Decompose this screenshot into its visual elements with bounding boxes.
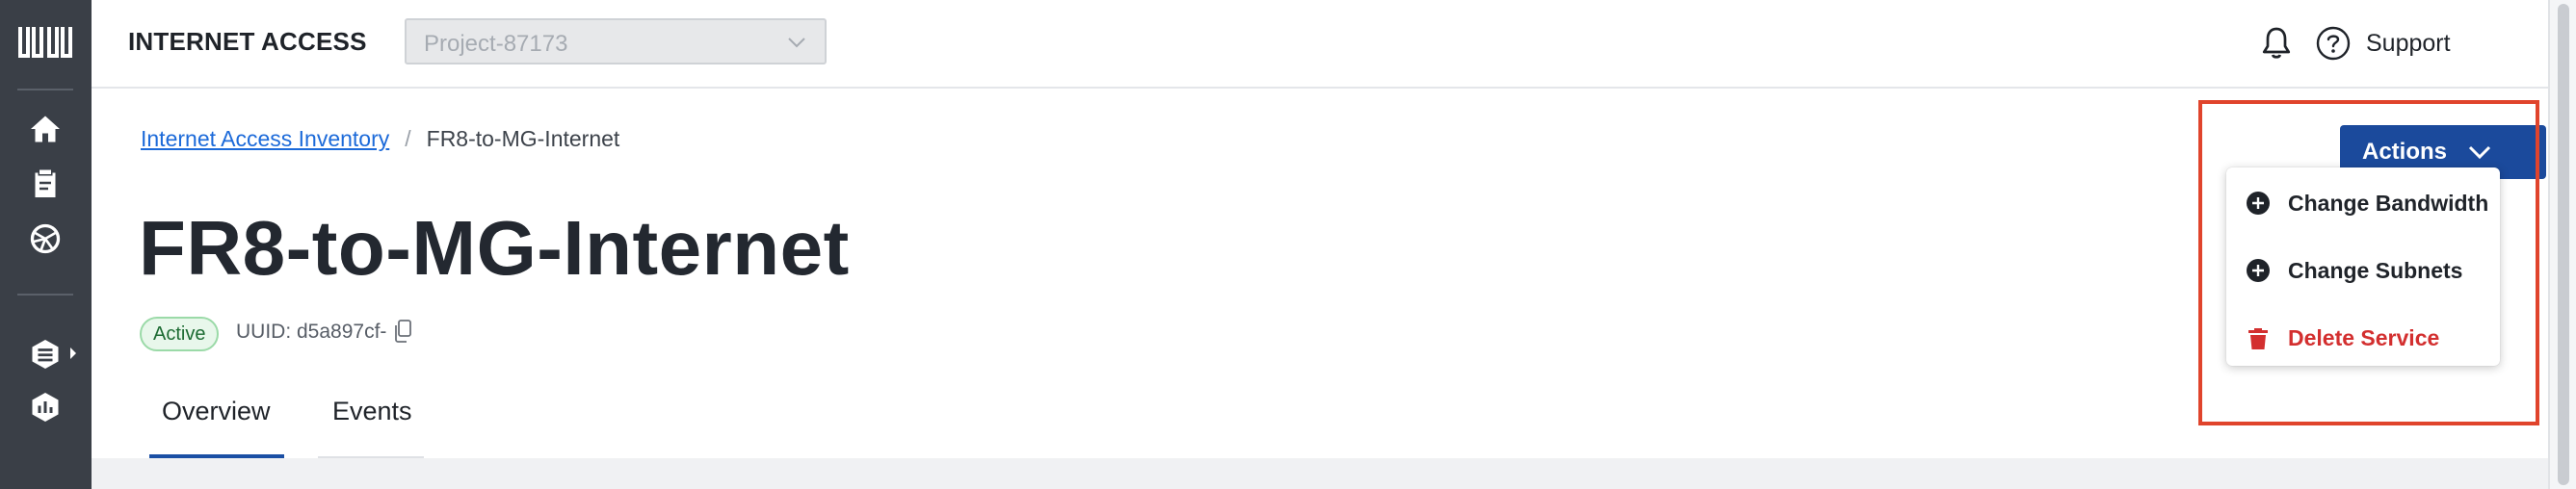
page-title: FR8-to-MG-Internet (139, 205, 850, 291)
chevron-down-icon (2468, 145, 2491, 160)
help-question-icon (2316, 26, 2351, 61)
plus-circle-icon (2247, 259, 2270, 282)
top-bar: INTERNET ACCESS Project-87173 Support (92, 0, 2548, 89)
menu-item-change-bandwidth[interactable]: Change Bandwidth (2246, 183, 2496, 221)
breadcrumb-current: FR8-to-MG-Internet (426, 126, 620, 151)
actions-menu: Change Bandwidth Change Subnets Delete S… (2226, 167, 2500, 366)
trash-icon (2248, 328, 2268, 349)
project-select[interactable]: Project-87173 (405, 18, 827, 64)
project-select-value: Project-87173 (424, 31, 568, 57)
app-title: INTERNET ACCESS (128, 27, 367, 56)
rail-divider (17, 294, 73, 296)
menu-item-change-subnets[interactable]: Change Subnets (2246, 250, 2496, 289)
stack-icon[interactable] (28, 337, 63, 372)
breadcrumb-separator: / (405, 126, 411, 151)
uuid-text: UUID: d5a897cf- (236, 321, 387, 343)
home-icon[interactable] (28, 112, 63, 146)
menu-item-label: Change Subnets (2288, 258, 2463, 283)
menu-item-label: Change Bandwidth (2288, 191, 2489, 216)
chevron-down-icon (788, 38, 805, 48)
tab-events[interactable]: Events (321, 397, 424, 426)
scrollbar-thumb[interactable] (2558, 4, 2569, 485)
menu-item-label: Delete Service (2288, 325, 2440, 350)
status-badge: Active (140, 317, 220, 351)
clipboard-icon[interactable] (28, 166, 63, 200)
vertical-scrollbar[interactable] (2548, 0, 2576, 489)
actions-label: Actions (2362, 139, 2448, 165)
left-nav-rail (0, 0, 92, 489)
menu-item-delete-service[interactable]: Delete Service (2246, 318, 2496, 356)
notifications-bell-icon[interactable] (2259, 24, 2294, 63)
content-background-band (92, 458, 2548, 489)
rail-divider (17, 89, 73, 90)
breadcrumb: Internet Access Inventory / FR8-to-MG-Inte… (141, 126, 619, 152)
globe-network-icon[interactable] (28, 221, 63, 256)
support-label: Support (2366, 30, 2451, 57)
plus-circle-icon (2247, 192, 2270, 215)
chart-icon[interactable] (28, 390, 63, 425)
expand-caret-icon[interactable] (68, 347, 78, 360)
breadcrumb-link-inventory[interactable]: Internet Access Inventory (141, 126, 389, 151)
tab-overview[interactable]: Overview (150, 397, 282, 426)
equinix-logo-icon[interactable] (16, 21, 74, 64)
copy-icon[interactable] (392, 319, 413, 344)
